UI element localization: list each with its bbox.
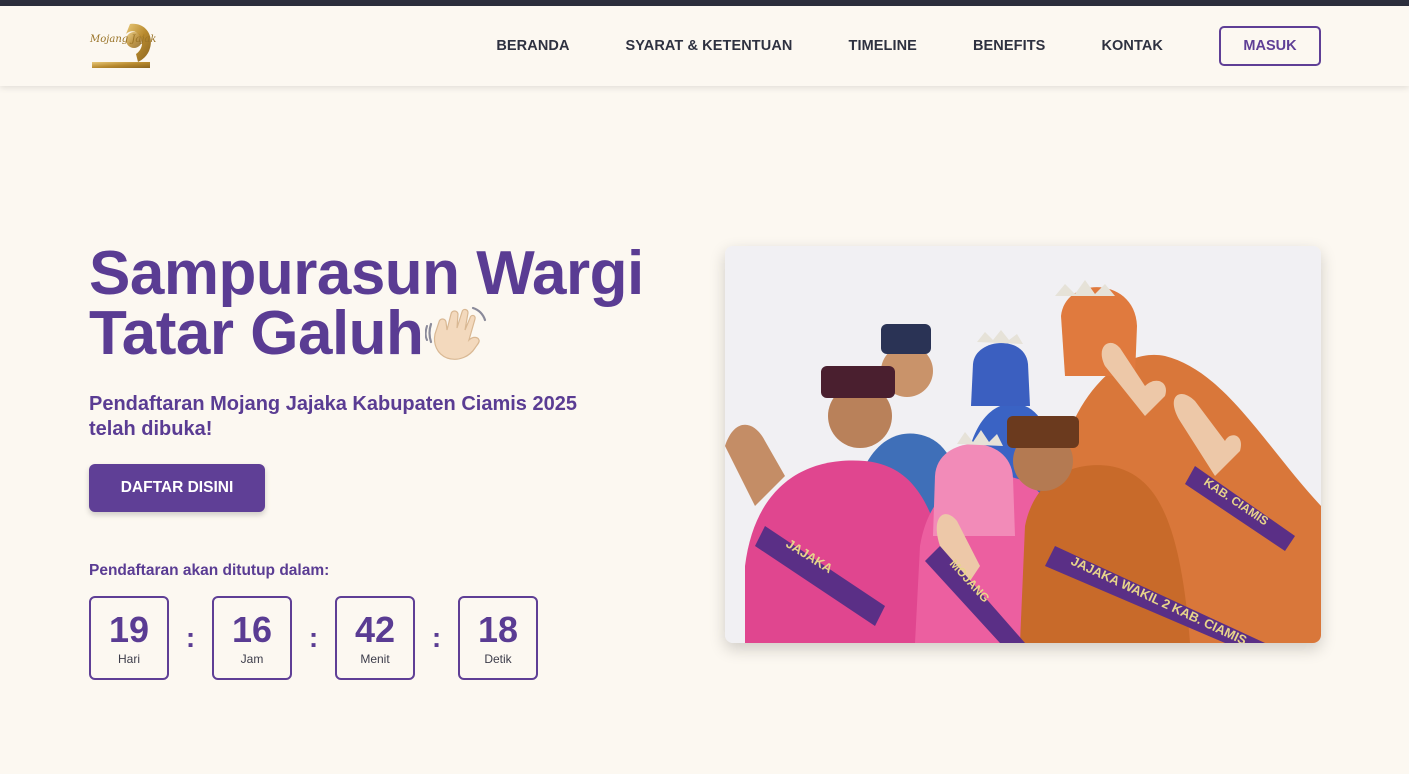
register-button[interactable]: DAFTAR DISINI bbox=[89, 464, 265, 512]
countdown-seconds-value: 18 bbox=[477, 609, 519, 650]
hero-title: Sampurasun Wargi Tatar Galuh bbox=[89, 239, 689, 366]
countdown-minutes: 42 Menit bbox=[335, 596, 415, 680]
hero-title-line-2-wrap: Tatar Galuh bbox=[89, 303, 689, 366]
countdown-separator: : bbox=[308, 622, 319, 653]
countdown-seconds-unit: Detik bbox=[484, 652, 512, 666]
site-header: Mojang Jajaka BERANDA SYARAT & KETENTUAN… bbox=[0, 6, 1409, 86]
countdown-hours: 16 Jam bbox=[212, 596, 292, 680]
nav-kontak[interactable]: KONTAK bbox=[1101, 38, 1163, 54]
hero-subtitle: Pendaftaran Mojang Jajaka Kabupaten Ciam… bbox=[89, 393, 577, 440]
countdown-timer: 19 Hari : 16 Jam : 42 Menit : 18 Detik bbox=[89, 596, 538, 680]
waving-hand-icon bbox=[424, 304, 487, 366]
countdown-separator: : bbox=[431, 622, 442, 653]
countdown-minutes-unit: Menit bbox=[360, 652, 390, 666]
nav-beranda[interactable]: BERANDA bbox=[496, 38, 569, 54]
countdown-hours-unit: Jam bbox=[240, 652, 264, 666]
countdown-separator: : bbox=[185, 622, 196, 653]
countdown-days-unit: Hari bbox=[117, 652, 140, 666]
countdown-hours-value: 16 bbox=[231, 609, 273, 650]
countdown-label: Pendaftaran akan ditutup dalam: bbox=[89, 562, 330, 579]
countdown-seconds: 18 Detik bbox=[458, 596, 538, 680]
countdown-minutes-value: 42 bbox=[354, 609, 396, 650]
nav-syarat-ketentuan[interactable]: SYARAT & KETENTUAN bbox=[626, 38, 793, 54]
nav-benefits[interactable]: BENEFITS bbox=[973, 38, 1046, 54]
hero-group-photo: JAJAKA MOJANG JAJAKA WAKIL 2 KAB. CIAMIS… bbox=[725, 246, 1321, 643]
mojang-jajaka-logo[interactable]: Mojang Jajaka bbox=[86, 20, 162, 72]
logo-wordmark: Mojang Jajaka bbox=[89, 34, 156, 45]
login-button[interactable]: MASUK bbox=[1219, 26, 1321, 66]
countdown-days: 19 Hari bbox=[89, 596, 169, 680]
main-navigation: BERANDA SYARAT & KETENTUAN TIMELINE BENE… bbox=[496, 26, 1321, 66]
hero-title-line-1: Sampurasun Wargi bbox=[89, 239, 644, 308]
hero-group-photo-illustration: JAJAKA MOJANG JAJAKA WAKIL 2 KAB. CIAMIS… bbox=[725, 246, 1321, 643]
countdown-days-value: 19 bbox=[108, 609, 150, 650]
hero-title-line-2: Tatar Galuh bbox=[89, 299, 424, 368]
nav-timeline[interactable]: TIMELINE bbox=[848, 38, 916, 54]
